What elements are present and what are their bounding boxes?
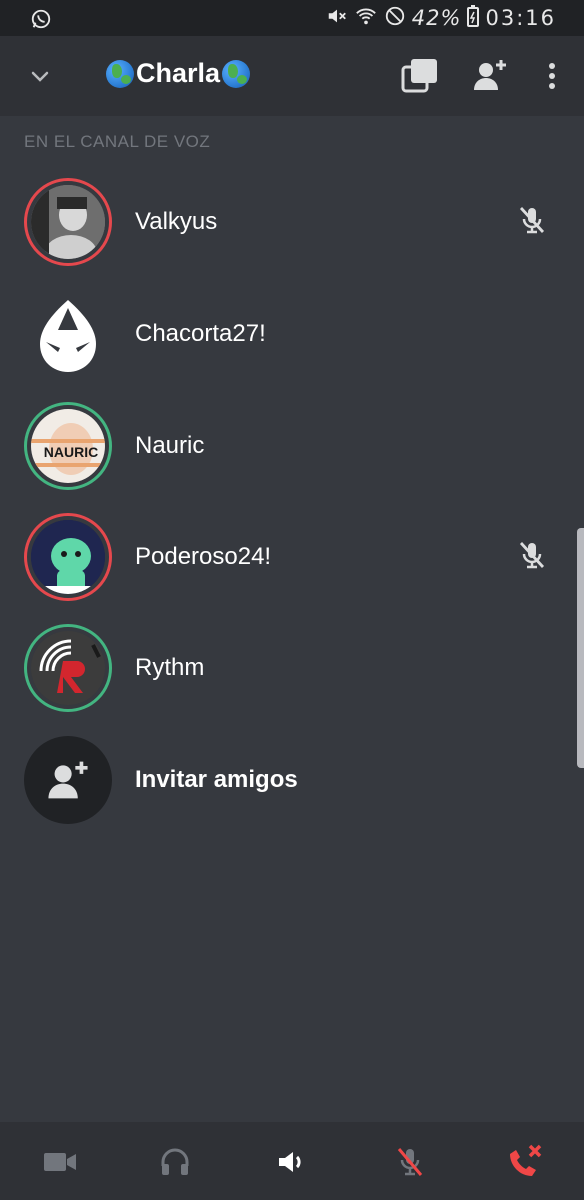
member-name: Valkyus xyxy=(135,208,218,235)
invite-friends-button[interactable]: Invitar amigos xyxy=(0,730,584,830)
channel-name: Charla xyxy=(136,58,221,88)
invite-avatar xyxy=(24,736,112,824)
headphones-icon[interactable] xyxy=(155,1142,195,1182)
member-name: Poderoso24! xyxy=(135,543,272,570)
status-bar: 42% 03:16 xyxy=(0,0,584,36)
voice-controls-bar xyxy=(0,1122,584,1200)
speaker-icon[interactable] xyxy=(272,1142,312,1182)
mute-speaker-icon xyxy=(326,5,348,32)
member-row[interactable]: Chacorta27! xyxy=(0,284,584,384)
avatar xyxy=(24,178,112,266)
section-label: EN EL CANAL DE VOZ xyxy=(24,132,211,151)
hang-up-icon[interactable] xyxy=(504,1142,544,1182)
add-user-icon xyxy=(46,758,90,807)
screen-share-icon[interactable] xyxy=(400,56,440,96)
avatar: NAURIC xyxy=(24,402,112,490)
chevron-down-icon[interactable] xyxy=(28,64,52,93)
member-row[interactable]: NAURIC Nauric xyxy=(0,396,584,496)
avatar xyxy=(24,624,112,712)
battery-percent: 42% xyxy=(411,6,462,30)
avatar xyxy=(24,290,112,378)
mic-muted-icon xyxy=(516,539,548,576)
member-row[interactable]: Poderoso24! xyxy=(0,507,584,607)
wifi-icon xyxy=(354,5,378,32)
member-row[interactable]: Rythm xyxy=(0,618,584,718)
video-camera-icon[interactable] xyxy=(40,1142,80,1182)
whatsapp-icon xyxy=(30,8,52,35)
add-user-icon[interactable] xyxy=(470,56,510,96)
avatar xyxy=(24,513,112,601)
more-vertical-icon[interactable] xyxy=(532,56,572,96)
member-name: Chacorta27! xyxy=(135,320,266,347)
globe-emoji-icon xyxy=(106,59,134,88)
member-row[interactable]: Valkyus xyxy=(0,172,584,272)
avatar-text: NAURIC xyxy=(44,444,98,460)
member-name: Nauric xyxy=(135,432,205,459)
invite-label: Invitar amigos xyxy=(135,766,298,793)
clock: 03:16 xyxy=(485,6,556,30)
member-name: Rythm xyxy=(135,654,205,681)
battery-icon xyxy=(467,4,480,32)
channel-title: Charla xyxy=(106,58,251,89)
globe-emoji-icon xyxy=(222,59,251,88)
do-not-disturb-icon xyxy=(384,5,406,32)
scrollbar[interactable] xyxy=(577,528,584,768)
mic-muted-icon xyxy=(516,204,548,241)
mic-muted-icon[interactable] xyxy=(390,1142,430,1182)
channel-header: Charla xyxy=(0,36,584,116)
